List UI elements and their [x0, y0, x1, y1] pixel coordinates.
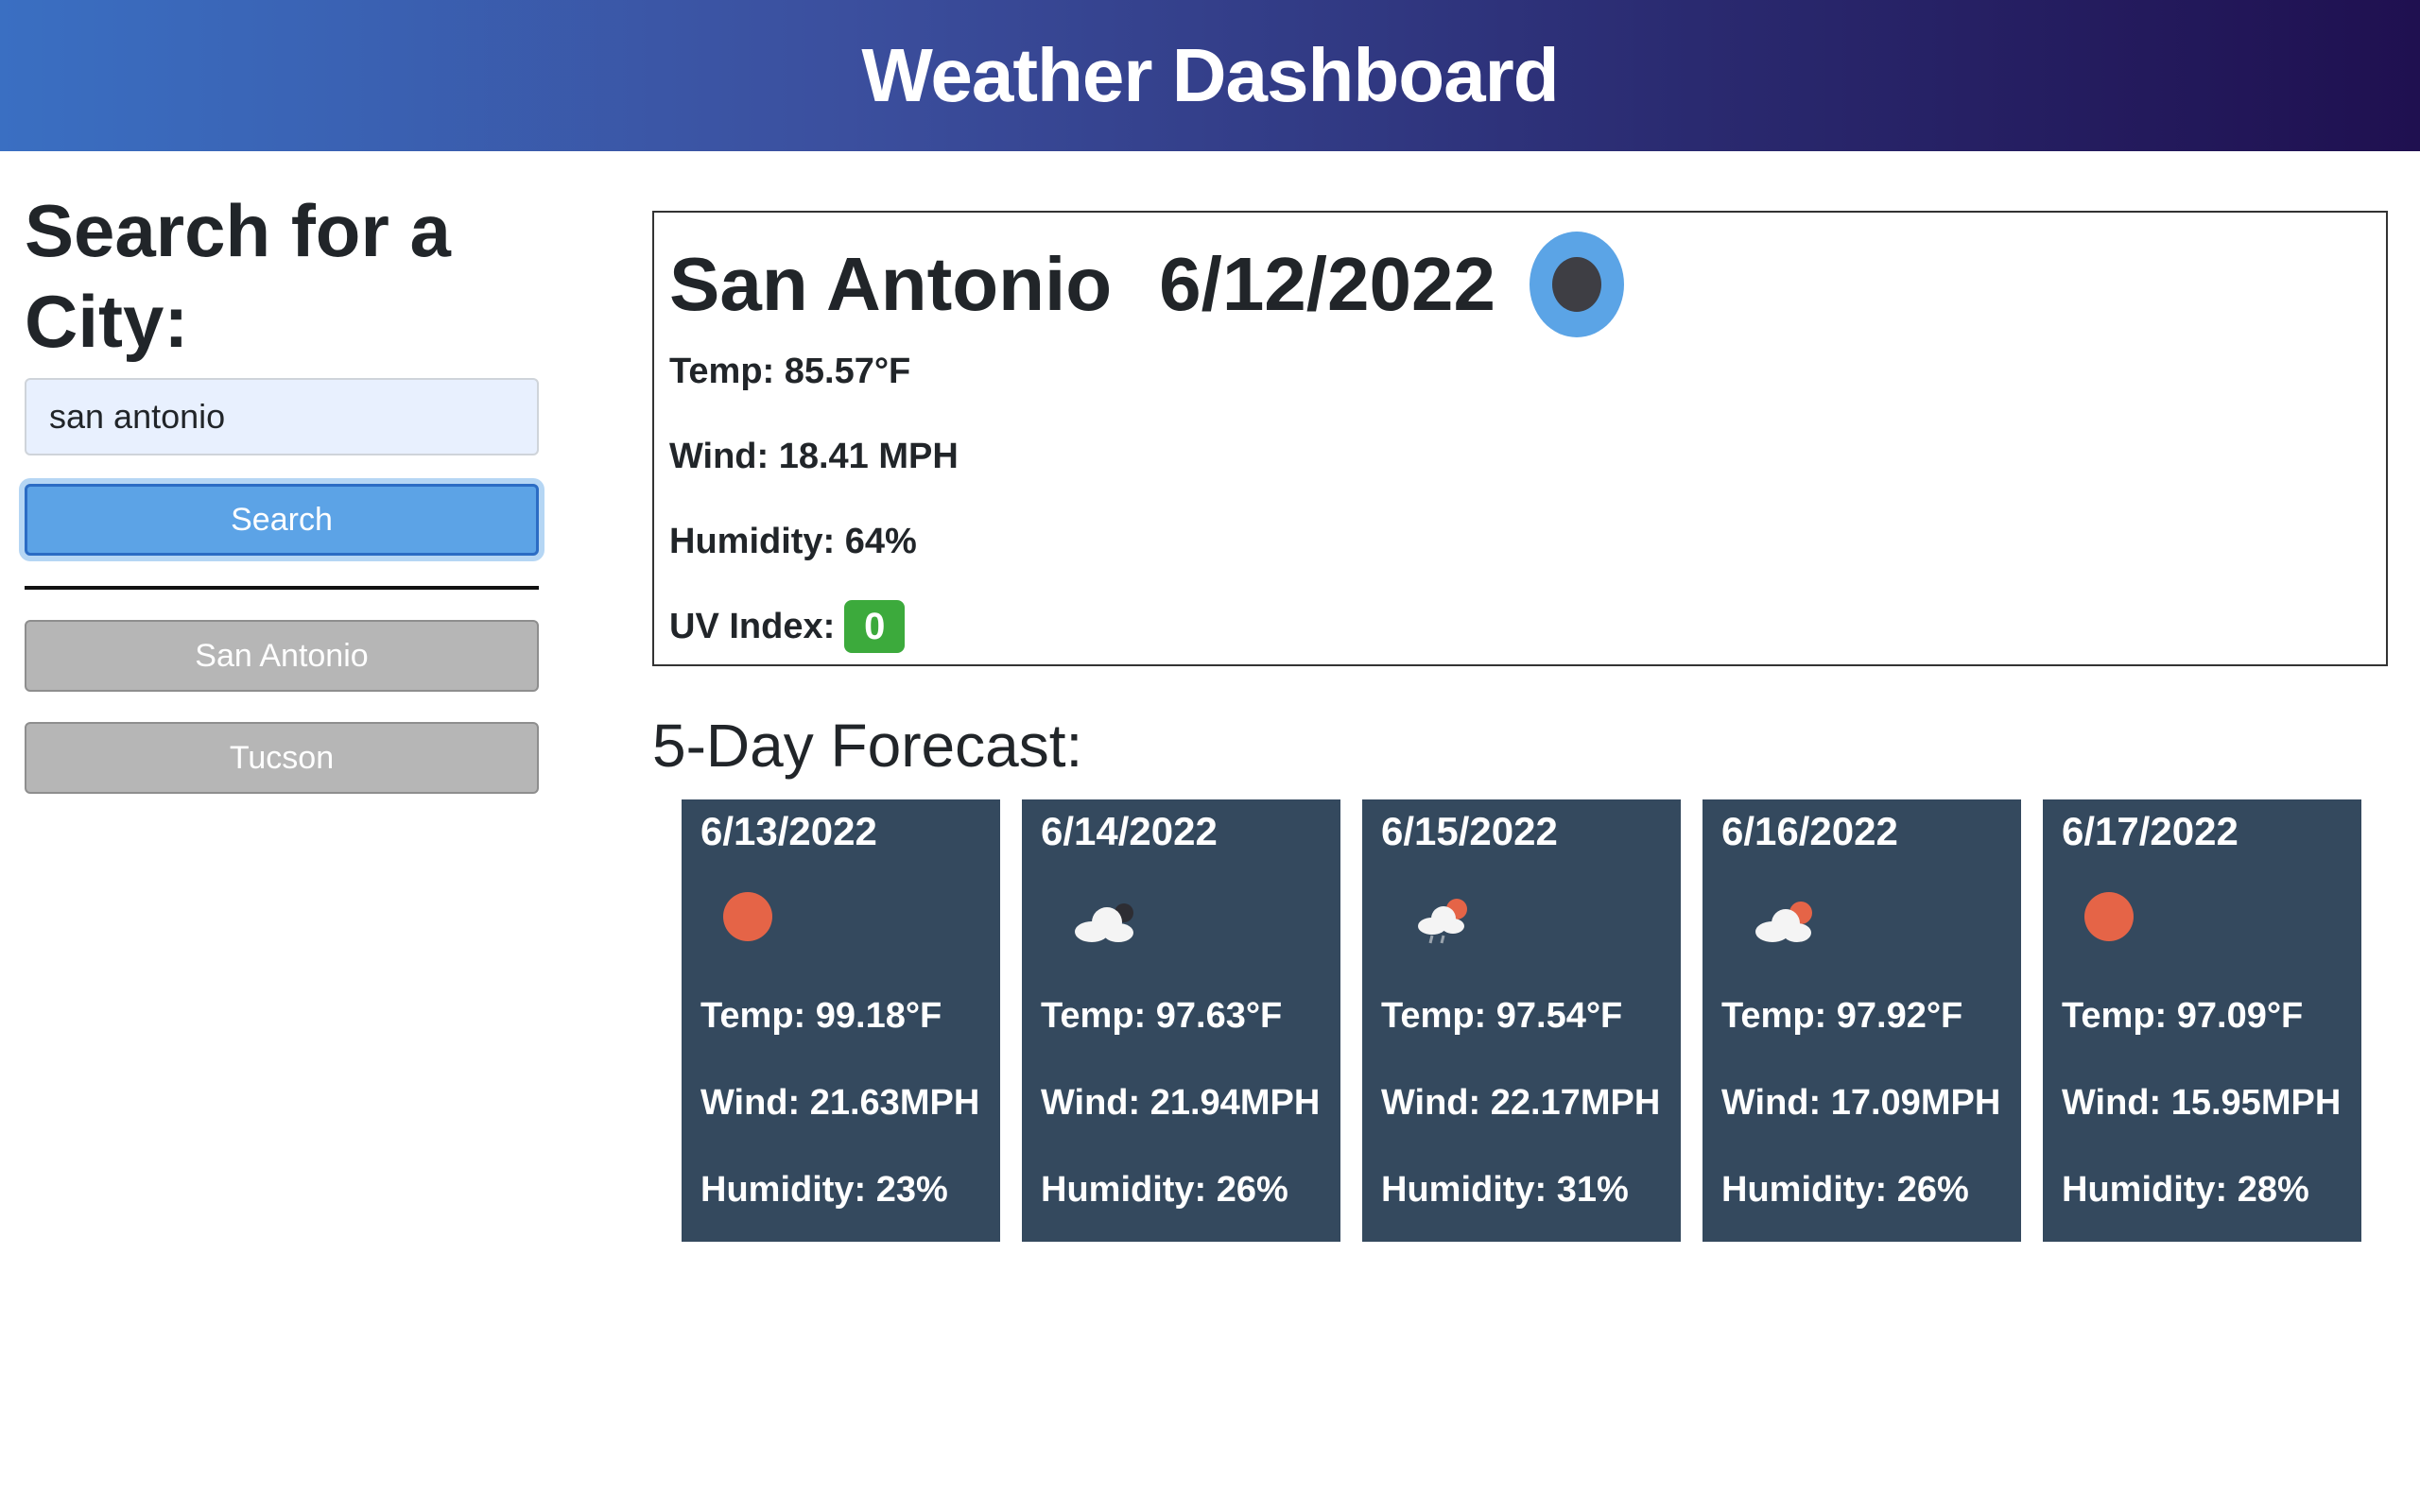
forecast-title: 5-Day Forecast: [652, 712, 1083, 780]
forecast-card: 6/16/2022 Temp: 97.92°F Wind: 17.09MPH H… [1703, 799, 2021, 1242]
current-weather-title: San Antonio 6/12/2022 [669, 226, 2371, 343]
app-header: Weather Dashboard [0, 0, 2420, 151]
forecast-card: 6/14/2022 Temp: 97.63°F Wind: 21.94MPH H… [1022, 799, 1340, 1242]
sidebar-divider [25, 586, 539, 590]
current-wind: Wind: 18.41 MPH [669, 437, 959, 476]
search-sidebar: Search for a City: Search San Antonio Tu… [25, 185, 539, 794]
forecast-temp: Temp: 97.54°F [1381, 996, 1623, 1036]
cloud-sun-rain-icon [1418, 899, 1467, 944]
forecast-card: 6/13/2022 Temp: 99.18°F Wind: 21.63MPH H… [682, 799, 1000, 1242]
cloud-sun-icon [1755, 902, 1812, 942]
current-city: San Antonio [669, 242, 1113, 326]
forecast-date: 6/14/2022 [1041, 809, 1218, 853]
city-search-input[interactable] [25, 378, 539, 455]
history-button-san-antonio[interactable]: San Antonio [25, 620, 539, 692]
current-weather-card: San Antonio 6/12/2022 Temp: 85.57°F Wind… [652, 211, 2388, 666]
forecast-date: 6/13/2022 [700, 809, 877, 853]
current-temp: Temp: 85.57°F [669, 352, 911, 391]
forecast-wind: Wind: 22.17MPH [1381, 1083, 1661, 1123]
forecast-humidity: Humidity: 28% [2062, 1170, 2309, 1210]
search-button[interactable]: Search [25, 484, 539, 556]
forecast-card: 6/15/2022 Temp: 97.54°F Wind: 22.17MPH H… [1362, 799, 1681, 1242]
forecast-wind: Wind: 17.09MPH [1721, 1083, 2001, 1123]
sun-icon [723, 892, 772, 941]
forecast-card: 6/17/2022 Temp: 97.09°F Wind: 15.95MPH H… [2043, 799, 2361, 1242]
forecast-date: 6/15/2022 [1381, 809, 1558, 853]
forecast-wind: Wind: 15.95MPH [2062, 1083, 2342, 1123]
forecast-humidity: Humidity: 31% [1381, 1170, 1629, 1210]
search-heading: Search for a City: [25, 189, 451, 363]
moon-icon [1530, 232, 1624, 337]
forecast-temp: Temp: 99.18°F [700, 996, 942, 1036]
forecast-humidity: Humidity: 23% [700, 1170, 948, 1210]
forecast-date: 6/16/2022 [1721, 809, 1898, 853]
forecast-humidity: Humidity: 26% [1041, 1170, 1288, 1210]
app-title: Weather Dashboard [861, 33, 1559, 117]
uv-index-label: UV Index: [669, 606, 836, 646]
cloud-moon-icon [1075, 903, 1133, 942]
forecast-temp: Temp: 97.09°F [2062, 996, 2304, 1036]
forecast-date: 6/17/2022 [2062, 809, 2238, 853]
forecast-temp: Temp: 97.92°F [1721, 996, 1963, 1036]
uv-index-badge: 0 [844, 600, 906, 653]
forecast-wind: Wind: 21.94MPH [1041, 1083, 1321, 1123]
forecast-humidity: Humidity: 26% [1721, 1170, 1969, 1210]
current-date: 6/12/2022 [1159, 242, 1495, 326]
forecast-temp: Temp: 97.63°F [1041, 996, 1283, 1036]
forecast-cards: 6/13/2022 Temp: 99.18°F Wind: 21.63MPH H… [682, 799, 2361, 1242]
uv-index-row: UV Index: 0 [669, 598, 2371, 655]
history-button-tucson[interactable]: Tucson [25, 722, 539, 794]
sun-icon [2084, 892, 2134, 941]
forecast-wind: Wind: 21.63MPH [700, 1083, 980, 1123]
current-humidity: Humidity: 64% [669, 522, 917, 561]
